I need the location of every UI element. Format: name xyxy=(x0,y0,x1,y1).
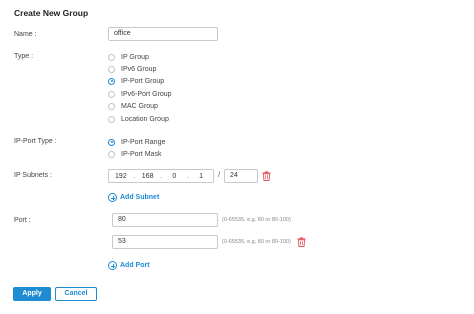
type-option-ipv6-port-group[interactable]: IPv6-Port Group xyxy=(108,88,172,100)
ip-octet-4[interactable]: 1 xyxy=(189,173,213,180)
cancel-button[interactable]: Cancel xyxy=(55,287,97,301)
ip-port-type-option-range[interactable]: IP-Port Range xyxy=(108,136,165,148)
radio-icon xyxy=(108,65,115,73)
delete-subnet-trash-icon[interactable] xyxy=(262,171,271,181)
ip-address-input[interactable]: 192 . 168 . 0 . 1 xyxy=(108,169,214,183)
ip-port-type-label: IP-Port Type : xyxy=(14,138,57,145)
type-option-label: IPv6 Group xyxy=(121,65,157,73)
name-input[interactable]: office xyxy=(108,27,218,41)
type-label: Type : xyxy=(14,53,34,60)
apply-button[interactable]: Apply xyxy=(13,287,51,301)
add-port-label: Add Port xyxy=(120,262,150,269)
port-input-1[interactable]: 80 xyxy=(112,213,218,227)
port-label: Port : xyxy=(14,217,31,224)
port-hint-2: (0-65535, e.g. 80 or 80-100) xyxy=(222,239,291,245)
radio-icon xyxy=(108,90,115,98)
radio-selected-icon xyxy=(108,77,115,85)
name-label: Name : xyxy=(14,31,37,38)
port-hint-1: (0-65535, e.g. 80 or 80-100) xyxy=(222,217,291,223)
delete-port-trash-icon[interactable] xyxy=(297,237,306,247)
type-option-label: MAC Group xyxy=(121,102,158,110)
ip-port-type-option-label: IP-Port Range xyxy=(121,138,166,146)
mask-separator: / xyxy=(218,170,221,179)
add-port-button[interactable]: Add Port xyxy=(108,261,150,270)
radio-icon xyxy=(108,53,115,61)
type-option-ip-group[interactable]: IP Group xyxy=(108,51,149,63)
dialog-title: Create New Group xyxy=(14,8,89,18)
plus-circle-icon xyxy=(108,261,117,270)
type-option-ipv6-group[interactable]: IPv6 Group xyxy=(108,63,156,75)
radio-icon xyxy=(108,102,115,110)
ip-octet-3[interactable]: 0 xyxy=(163,173,187,180)
port-input-2[interactable]: 53 xyxy=(112,235,218,249)
subnet-mask-input[interactable]: 24 xyxy=(224,169,258,183)
type-option-label: IPv6-Port Group xyxy=(121,90,172,98)
add-subnet-button[interactable]: Add Subnet xyxy=(108,193,159,202)
type-option-ip-port-group[interactable]: IP-Port Group xyxy=(108,75,164,87)
ip-octet-2[interactable]: 168 xyxy=(136,173,160,180)
radio-selected-icon xyxy=(108,138,115,146)
plus-circle-icon xyxy=(108,193,117,202)
type-option-mac-group[interactable]: MAC Group xyxy=(108,100,158,112)
ip-port-type-option-label: IP-Port Mask xyxy=(121,150,162,158)
type-option-label: IP-Port Group xyxy=(121,77,165,85)
ip-port-type-option-mask[interactable]: IP-Port Mask xyxy=(108,148,161,160)
radio-icon xyxy=(108,115,115,123)
add-subnet-label: Add Subnet xyxy=(120,194,160,201)
ip-octet-1[interactable]: 192 xyxy=(109,173,133,180)
radio-icon xyxy=(108,150,115,158)
ip-subnets-label: IP Subnets : xyxy=(14,172,53,179)
type-option-location-group[interactable]: Location Group xyxy=(108,113,169,125)
type-option-label: Location Group xyxy=(121,115,169,123)
type-option-label: IP Group xyxy=(121,53,149,61)
